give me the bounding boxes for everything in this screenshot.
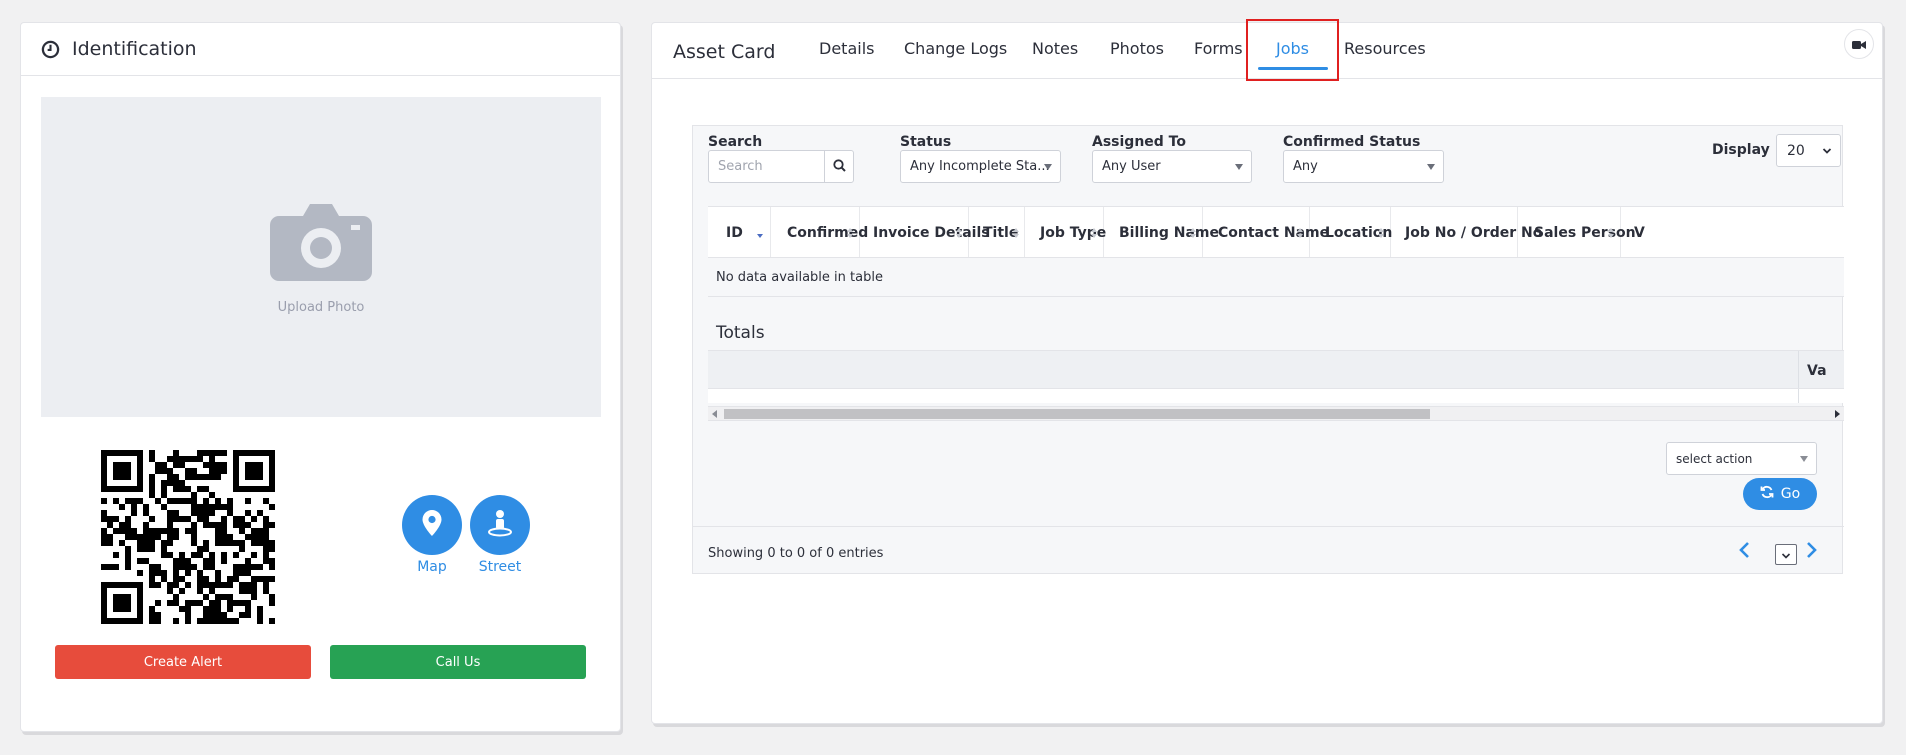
totals-column-header: Va [1798, 351, 1827, 388]
jobs-table-section: Search Search Status Any Incomplete Sta.… [692, 125, 1844, 574]
street-label[interactable]: Street [460, 559, 540, 575]
upload-photo-area[interactable]: Upload Photo [41, 97, 601, 417]
bulk-action-select-value: select action [1676, 451, 1753, 466]
sort-icon [847, 228, 853, 238]
display-select-value: 20 [1787, 142, 1805, 159]
column-header-title[interactable]: Title [969, 207, 1025, 257]
sort-desc-icon [757, 234, 763, 238]
sort-icon [1190, 228, 1196, 238]
totals-title: Totals [716, 323, 765, 343]
chevron-down-icon [1781, 545, 1791, 564]
tab-notes[interactable]: Notes [1032, 39, 1078, 58]
display-label: Display [1712, 142, 1770, 158]
scroll-left-icon[interactable] [712, 410, 717, 418]
sort-icon [1608, 228, 1614, 238]
chevron-left-icon [1738, 541, 1750, 563]
confirmed-status-select-value: Any [1293, 159, 1318, 174]
column-header-sales-person[interactable]: Sales Person [1518, 207, 1636, 257]
camera-icon [269, 200, 373, 286]
horizontal-scrollbar[interactable] [708, 406, 1844, 421]
column-header-contact-name[interactable]: Contact Name [1203, 207, 1329, 257]
street-view-icon [487, 509, 513, 541]
chevron-right-icon [1806, 541, 1818, 563]
video-button[interactable] [1844, 29, 1874, 59]
qr-code [101, 450, 275, 624]
clock-icon [41, 40, 60, 59]
sort-icon [1297, 228, 1303, 238]
identification-panel: Identification Upload Photo Map Street C… [20, 22, 621, 732]
search-icon [832, 157, 846, 176]
search-button[interactable] [824, 150, 854, 183]
display-select[interactable]: 20 [1776, 134, 1841, 167]
column-header-v[interactable]: V [1621, 207, 1681, 257]
go-button[interactable]: Go [1743, 478, 1817, 510]
asset-card-panel: Asset Card Details Change Logs Notes Pho… [651, 19, 1883, 724]
map-pin-icon [421, 509, 443, 541]
identification-header: Identification [21, 23, 620, 76]
asset-card-title: Asset Card [673, 41, 776, 63]
sort-icon [1013, 228, 1019, 238]
search-label: Search [708, 134, 763, 150]
chevron-down-icon [1822, 144, 1832, 160]
column-header-job-type[interactable]: Job Type [1025, 207, 1106, 257]
call-us-button[interactable]: Call Us [330, 645, 586, 679]
column-header-confirmed[interactable]: Confirmed [771, 207, 868, 257]
tab-details[interactable]: Details [819, 39, 874, 58]
table-footer-divider [693, 526, 1844, 527]
video-camera-icon [1852, 35, 1866, 54]
tab-resources[interactable]: Resources [1344, 39, 1426, 58]
bulk-action-select[interactable]: select action [1666, 442, 1817, 475]
column-header-billing-name[interactable]: Billing Name [1104, 207, 1219, 257]
column-header-label: ID [726, 225, 743, 241]
sort-icon [1378, 228, 1384, 238]
totals-row [708, 389, 1844, 403]
chevron-down-icon [1800, 456, 1808, 462]
active-tab-highlight [1246, 19, 1339, 81]
column-header-invoice-details[interactable]: Invoice Details [860, 207, 990, 257]
chevron-down-icon [1235, 164, 1243, 170]
status-select-value: Any Incomplete Sta... [910, 159, 1050, 174]
next-page-button[interactable] [1801, 541, 1823, 563]
confirmed-status-select[interactable]: Any [1283, 150, 1444, 183]
confirmed-status-label: Confirmed Status [1283, 134, 1421, 150]
status-label: Status [900, 134, 952, 150]
asset-card-header: Asset Card Details Change Logs Notes Pho… [652, 19, 1882, 81]
sort-icon [1091, 228, 1097, 238]
assigned-to-label: Assigned To [1092, 134, 1186, 150]
entries-info: Showing 0 to 0 of 0 entries [708, 546, 884, 561]
refresh-icon [1760, 485, 1774, 503]
column-header-id[interactable]: ID [708, 207, 771, 257]
column-header-job-no-order-no[interactable]: Job No / Order No [1391, 207, 1542, 257]
empty-table-message: No data available in table [708, 258, 1844, 297]
scroll-right-icon[interactable] [1835, 410, 1840, 418]
assigned-to-select[interactable]: Any User [1092, 150, 1252, 183]
column-header-label: Confirmed [787, 225, 869, 241]
jobs-table-header: ID Confirmed Invoice Details Title Job T… [708, 206, 1844, 258]
page-select[interactable] [1775, 544, 1797, 565]
totals-header: Va [708, 350, 1844, 389]
assigned-to-select-value: Any User [1102, 159, 1161, 174]
previous-page-button[interactable] [1733, 541, 1755, 563]
scrollbar-thumb[interactable] [724, 409, 1430, 419]
tab-change-logs[interactable]: Change Logs [904, 39, 1007, 58]
chevron-down-icon [1427, 164, 1435, 170]
status-select[interactable]: Any Incomplete Sta... [900, 150, 1061, 183]
create-alert-button[interactable]: Create Alert [55, 645, 311, 679]
search-input[interactable]: Search [708, 150, 825, 183]
column-header-label: V [1634, 225, 1645, 241]
go-label: Go [1780, 486, 1801, 502]
chevron-down-icon [1044, 164, 1052, 170]
totals-divider [1798, 389, 1799, 403]
tab-forms[interactable]: Forms [1194, 39, 1243, 58]
map-button[interactable] [402, 495, 462, 555]
upload-photo-label: Upload Photo [277, 299, 365, 315]
tab-photos[interactable]: Photos [1110, 39, 1164, 58]
sort-icon [956, 228, 962, 238]
column-header-location[interactable]: Location [1310, 207, 1392, 257]
street-button[interactable] [470, 495, 530, 555]
identification-title: Identification [72, 38, 197, 60]
